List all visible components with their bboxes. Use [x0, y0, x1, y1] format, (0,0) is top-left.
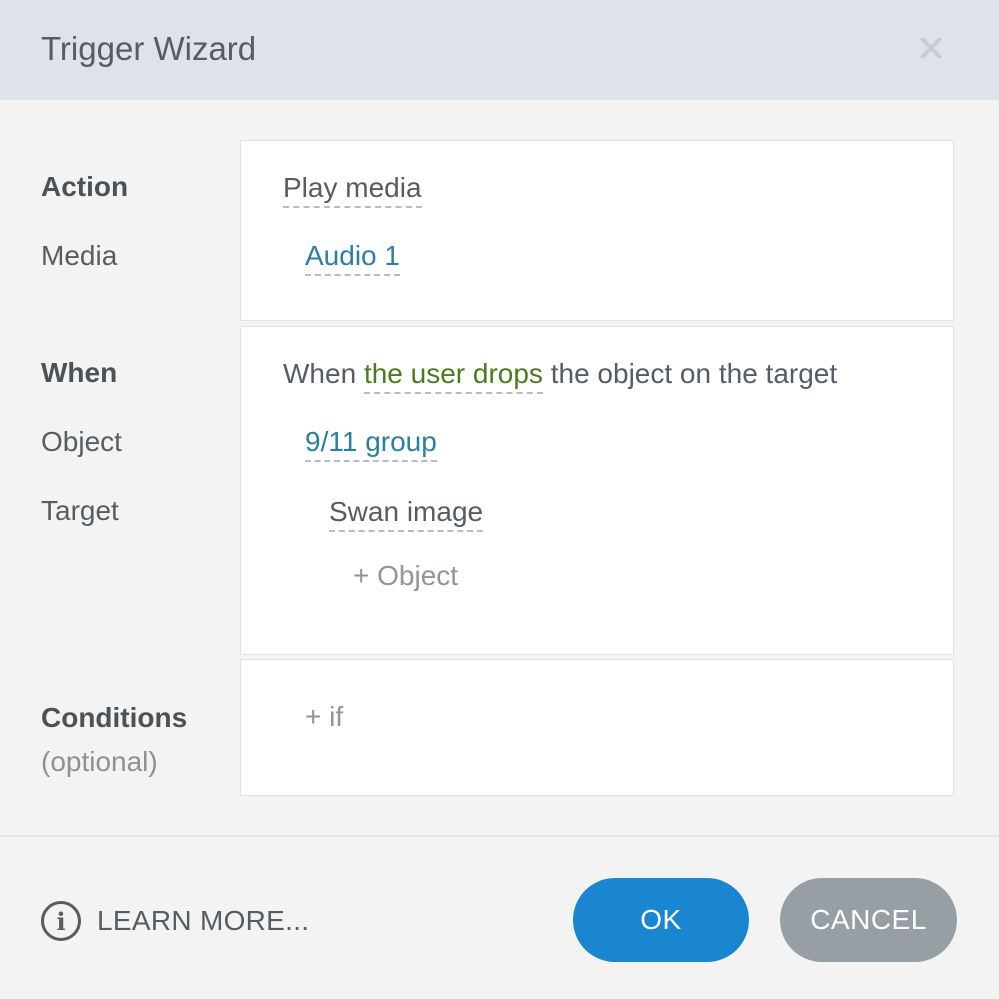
media-label: Media — [41, 240, 118, 271]
add-object-button[interactable]: + Object — [353, 560, 458, 592]
dialog-header: Trigger Wizard — [0, 0, 999, 100]
close-icon[interactable] — [905, 22, 957, 74]
dialog-title: Trigger Wizard — [41, 30, 257, 67]
event-select[interactable]: the user drops — [363, 358, 543, 394]
ok-button[interactable]: OK — [573, 878, 749, 962]
conditions-label: Conditions — [41, 702, 188, 733]
when-suffix: the object on the target — [550, 358, 838, 389]
conditions-optional-label: (optional) — [41, 746, 158, 777]
learn-more-label: LEARN MORE... — [97, 905, 310, 936]
object-value: 9/11 group — [305, 426, 437, 462]
media-value: Audio 1 — [305, 240, 400, 276]
action-label: Action — [41, 171, 129, 202]
info-icon: i — [41, 901, 81, 941]
footer-divider — [0, 835, 999, 837]
trigger-wizard-dialog: Trigger Wizard Action Media Play media A… — [0, 0, 999, 999]
target-value: Swan image — [329, 496, 484, 532]
when-panel: When the user drops the object on the ta… — [240, 326, 954, 655]
learn-more-link[interactable]: i LEARN MORE... — [41, 898, 309, 944]
action-panel: Play media Audio 1 — [240, 140, 954, 321]
object-label: Object — [41, 426, 122, 457]
action-select[interactable]: Play media — [283, 172, 422, 208]
when-label: When — [41, 357, 118, 388]
conditions-panel: + if — [240, 659, 954, 796]
target-label: Target — [41, 495, 119, 526]
when-prefix: When — [283, 358, 357, 389]
cancel-button[interactable]: CANCEL — [780, 878, 957, 962]
add-if-button[interactable]: + if — [305, 701, 343, 733]
action-value: Play media — [283, 172, 422, 208]
media-select[interactable]: Audio 1 — [305, 240, 400, 276]
target-select[interactable]: Swan image — [329, 496, 484, 532]
object-select[interactable]: 9/11 group — [305, 426, 437, 462]
when-sentence: When the user drops the object on the ta… — [283, 358, 838, 394]
